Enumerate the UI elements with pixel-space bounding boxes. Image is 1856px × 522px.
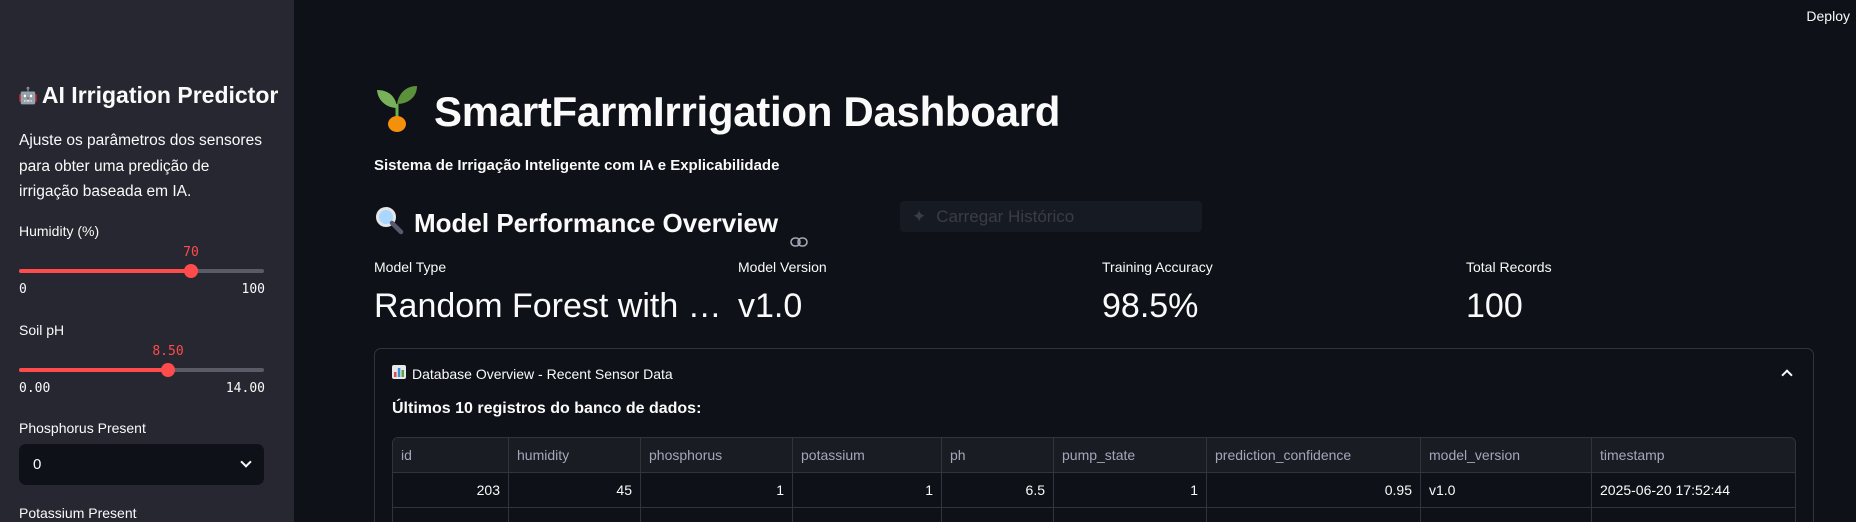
column-header[interactable]: pump_state bbox=[1054, 438, 1207, 472]
metric-model-version: Model Version v1.0 bbox=[738, 259, 1098, 326]
table-cell[interactable] bbox=[1592, 508, 1795, 522]
link-icon[interactable] bbox=[790, 223, 808, 247]
soil-ph-track[interactable] bbox=[19, 363, 264, 377]
metric-label: Training Accuracy bbox=[1102, 259, 1213, 275]
soil-ph-max: 14.00 bbox=[225, 381, 265, 396]
humidity-max: 100 bbox=[241, 282, 265, 297]
table-cell[interactable] bbox=[1207, 508, 1421, 522]
sidebar-description: Ajuste os parâmetros dos sensores para o… bbox=[19, 132, 262, 200]
table-cell[interactable]: 1 bbox=[793, 473, 942, 507]
soil-ph-value: 8.50 bbox=[152, 344, 184, 359]
table-cell[interactable]: 1 bbox=[1054, 473, 1207, 507]
seedling-icon bbox=[374, 82, 420, 142]
table-cell[interactable]: 203 bbox=[393, 473, 509, 507]
metric-label: Total Records bbox=[1466, 259, 1552, 275]
table-cell[interactable] bbox=[641, 508, 793, 522]
sidebar: 🤖 AI Irrigation Predictor Ajuste os parâ… bbox=[0, 0, 294, 522]
app-root: 🤖 AI Irrigation Predictor Ajuste os parâ… bbox=[0, 0, 1856, 522]
humidity-min: 0 bbox=[19, 282, 27, 297]
deploy-button[interactable]: Deploy bbox=[1806, 8, 1850, 24]
column-header[interactable]: phosphorus bbox=[641, 438, 793, 472]
magnifier-icon bbox=[374, 205, 404, 242]
soil-ph-fill bbox=[19, 368, 168, 372]
page-subtitle: Sistema de Irrigação Inteligente com IA … bbox=[374, 157, 780, 174]
table-cell[interactable]: 0.95 bbox=[1207, 473, 1421, 507]
table-cell[interactable] bbox=[1054, 508, 1207, 522]
column-header[interactable]: ph bbox=[942, 438, 1054, 472]
sensor-data-table[interactable]: id humidity phosphorus potassium ph pump… bbox=[392, 437, 1796, 522]
column-header[interactable]: timestamp bbox=[1592, 438, 1795, 472]
table-cell[interactable] bbox=[1421, 508, 1592, 522]
humidity-thumb[interactable] bbox=[184, 264, 198, 278]
page-title-text: SmartFarmIrrigation Dashboard bbox=[434, 88, 1061, 135]
table-cell[interactable]: 2025-06-20 17:52:44 bbox=[1592, 473, 1795, 507]
section-title-text: Model Performance Overview bbox=[414, 208, 779, 238]
section-title: Model Performance Overview bbox=[374, 205, 808, 247]
metric-model-type: Model Type Random Forest with Explainabi… bbox=[374, 259, 734, 326]
column-header[interactable]: prediction_confidence bbox=[1207, 438, 1421, 472]
expander-header[interactable]: Database Overview - Recent Sensor Data bbox=[392, 365, 673, 382]
metric-value: 100 bbox=[1466, 287, 1523, 325]
metric-training-accuracy: Training Accuracy 98.5% bbox=[1102, 259, 1462, 326]
robot-icon: 🤖 bbox=[18, 87, 38, 105]
metric-value: v1.0 bbox=[738, 287, 803, 325]
humidity-label: Humidity (%) bbox=[19, 223, 100, 239]
metric-value: 98.5% bbox=[1102, 287, 1199, 325]
page-title: SmartFarmIrrigation Dashboard bbox=[374, 82, 1060, 142]
database-expander: Database Overview - Recent Sensor Data Ú… bbox=[374, 348, 1814, 522]
table-header-row: id humidity phosphorus potassium ph pump… bbox=[393, 438, 1795, 473]
metric-label: Model Version bbox=[738, 259, 827, 275]
table-cell[interactable] bbox=[509, 508, 641, 522]
ghost-element: ✦ Carregar Histórico bbox=[900, 201, 1202, 232]
humidity-slider[interactable]: 70 0 100 bbox=[19, 245, 265, 305]
expander-subheader: Últimos 10 registros do banco de dados: bbox=[392, 400, 702, 417]
sparkle-icon: ✦ bbox=[912, 206, 927, 226]
column-header[interactable]: model_version bbox=[1421, 438, 1592, 472]
chevron-down-icon bbox=[240, 456, 252, 468]
table-cell[interactable]: v1.0 bbox=[1421, 473, 1592, 507]
column-header[interactable]: potassium bbox=[793, 438, 942, 472]
soil-ph-slider[interactable]: 8.50 0.00 14.00 bbox=[19, 344, 265, 404]
metric-value: Random Forest with Explainability bbox=[374, 287, 724, 325]
phosphorus-label: Phosphorus Present bbox=[19, 420, 146, 436]
humidity-value: 70 bbox=[183, 245, 199, 260]
table-cell[interactable] bbox=[793, 508, 942, 522]
table-cell[interactable] bbox=[393, 508, 509, 522]
soil-ph-label: Soil pH bbox=[19, 322, 65, 338]
chevron-up-icon[interactable] bbox=[1781, 369, 1793, 381]
bar-chart-icon bbox=[392, 365, 406, 382]
table-cell[interactable]: 1 bbox=[641, 473, 793, 507]
soil-ph-thumb[interactable] bbox=[161, 363, 175, 377]
phosphorus-select-value: 0 bbox=[33, 456, 42, 473]
phosphorus-select[interactable]: 0 bbox=[19, 444, 264, 485]
potassium-label: Potassium Present bbox=[19, 505, 137, 521]
ghost-text: Carregar Histórico bbox=[936, 206, 1075, 226]
column-header[interactable]: humidity bbox=[509, 438, 641, 472]
metric-label: Model Type bbox=[374, 259, 447, 275]
column-header[interactable]: id bbox=[393, 438, 509, 472]
metric-total-records: Total Records 100 bbox=[1466, 259, 1826, 326]
humidity-fill bbox=[19, 269, 191, 273]
table-cell[interactable] bbox=[942, 508, 1054, 522]
humidity-track[interactable] bbox=[19, 264, 264, 278]
expander-title: Database Overview - Recent Sensor Data bbox=[412, 365, 673, 382]
soil-ph-min: 0.00 bbox=[19, 381, 51, 396]
table-row[interactable] bbox=[393, 508, 1795, 522]
sidebar-title-text: AI Irrigation Predictor bbox=[41, 82, 279, 108]
sidebar-title: 🤖 AI Irrigation Predictor bbox=[18, 82, 278, 109]
table-cell[interactable]: 6.5 bbox=[942, 473, 1054, 507]
table-cell[interactable]: 45 bbox=[509, 473, 641, 507]
table-row[interactable]: 203 45 1 1 6.5 1 0.95 v1.0 2025-06-20 17… bbox=[393, 473, 1795, 508]
